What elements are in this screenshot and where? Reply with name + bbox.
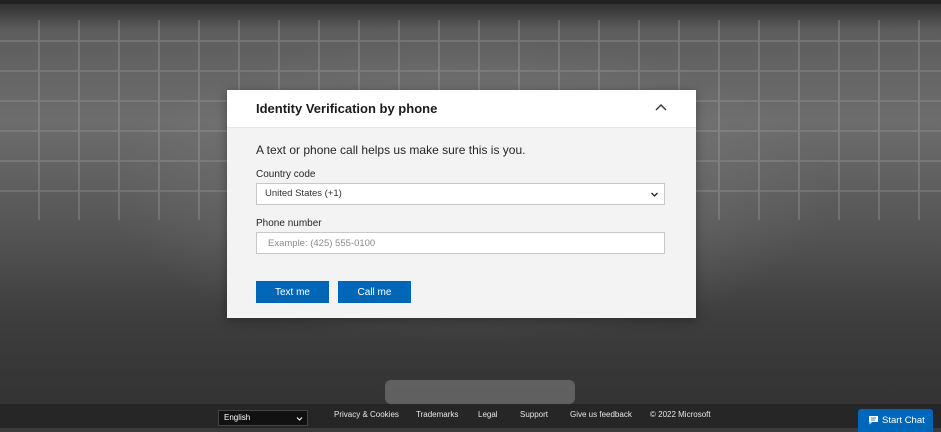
chevron-up-icon[interactable]	[654, 100, 668, 114]
verification-dialog: Identity Verification by phone A text or…	[227, 90, 696, 318]
chat-icon	[869, 416, 878, 425]
dialog-subtitle: A text or phone call helps us make sure …	[256, 143, 526, 157]
phone-number-input[interactable]	[256, 232, 665, 254]
chevron-down-icon	[296, 417, 303, 421]
phone-number-label: Phone number	[256, 218, 322, 229]
country-code-label: Country code	[256, 169, 316, 180]
dialog-header[interactable]: Identity Verification by phone	[227, 90, 696, 128]
text-me-button[interactable]: Text me	[256, 281, 329, 303]
footer-link-feedback[interactable]: Give us feedback	[570, 410, 632, 419]
background-stage	[385, 380, 575, 404]
country-code-value: United States (+1)	[265, 188, 342, 199]
call-me-button[interactable]: Call me	[338, 281, 411, 303]
footer-link-trademarks[interactable]: Trademarks	[416, 410, 458, 419]
start-chat-button[interactable]: Start Chat	[858, 409, 933, 432]
footer-link-legal[interactable]: Legal	[478, 410, 498, 419]
footer-link-privacy[interactable]: Privacy & Cookies	[334, 410, 399, 419]
copyright-text: © 2022 Microsoft	[650, 410, 711, 419]
dialog-title: Identity Verification by phone	[256, 101, 438, 116]
language-select[interactable]: English	[218, 410, 308, 426]
footer: English Privacy & Cookies Trademarks Leg…	[0, 404, 941, 432]
start-chat-label: Start Chat	[882, 415, 925, 426]
top-bar	[0, 0, 941, 4]
chevron-down-icon	[651, 192, 658, 197]
country-code-select[interactable]: United States (+1)	[256, 183, 665, 205]
footer-link-support[interactable]: Support	[520, 410, 548, 419]
language-value: English	[224, 413, 251, 422]
